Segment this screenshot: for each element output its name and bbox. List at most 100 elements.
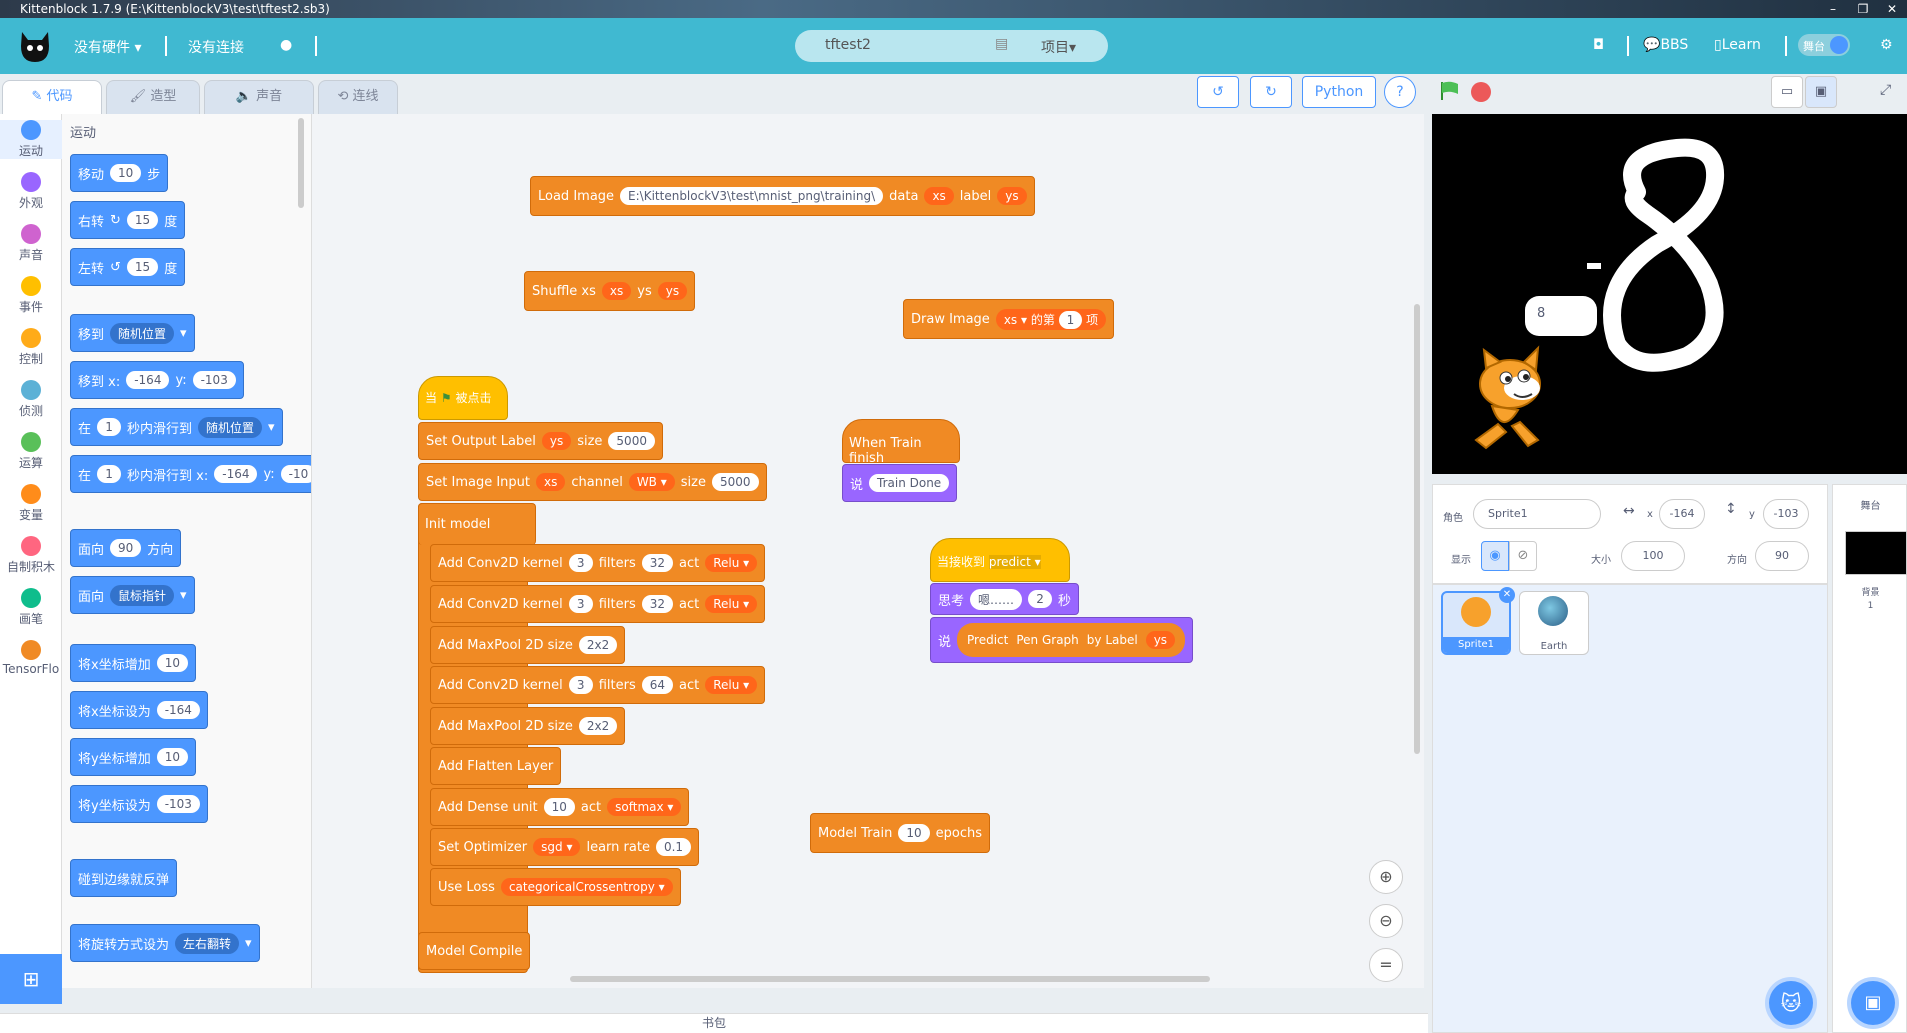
sprite-cat[interactable] (1462, 344, 1552, 454)
stage-canvas[interactable]: 8 (1432, 114, 1907, 474)
sprite-label-earth: Earth (1540, 641, 1568, 652)
set-image-input-block[interactable]: Set Image Input xs channel WB ▾ size 5000 (418, 463, 767, 501)
palette-glide-block[interactable]: 在 1 秒内滑行到 随机位置 ▾ (70, 408, 283, 446)
conv2d-block-3[interactable]: Add Conv2D kernel 3 filters 64 act Relu ▾ (430, 666, 766, 704)
maxpool-block-1[interactable]: Add MaxPool 2D size 2x2 (430, 626, 626, 664)
tab-costumes[interactable]: 🖌 造型 (106, 80, 200, 114)
hide-sprite-button[interactable]: ⊘ (1509, 541, 1537, 571)
x-input[interactable]: -164 (1659, 499, 1705, 529)
load-image-block[interactable]: Load Image E:\KittenblockV3\test\mnist_pn… (530, 176, 1035, 216)
zoom-out-button[interactable]: ⊖ (1369, 904, 1403, 938)
category-looks[interactable]: 外观 (0, 172, 62, 211)
python-button[interactable]: Python (1302, 76, 1376, 108)
tab-wires[interactable]: ⟲ 连线 (318, 80, 398, 114)
zoom-in-button[interactable]: ⊕ (1369, 860, 1403, 894)
dense-block[interactable]: Add Dense unit 10 act softmax ▾ (430, 788, 690, 826)
conv2d-block-2[interactable]: Add Conv2D kernel 3 filters 32 act Relu ▾ (430, 585, 766, 623)
fullscreen-icon[interactable]: ⤢ (1880, 82, 1891, 98)
model-train-block[interactable]: Model Train 10 epochs (810, 813, 991, 853)
category-variables[interactable]: 变量 (0, 484, 62, 523)
tab-sounds[interactable]: 🔈 声音 (204, 80, 314, 114)
small-stage-button[interactable]: ▭ (1771, 76, 1803, 108)
category-sound[interactable]: 声音 (0, 224, 62, 263)
connection-menu[interactable]: 没有连接 (188, 37, 244, 57)
category-sensing[interactable]: 侦测 (0, 380, 62, 419)
learn-link[interactable]: ▯Learn (1714, 37, 1761, 53)
sprite-tile-sprite1[interactable]: ✕ Sprite1 (1441, 587, 1515, 655)
sprite-name-input[interactable]: Sprite1 (1473, 499, 1601, 529)
stage-target-panel[interactable]: 舞台 背景 1 ▣ (1832, 484, 1907, 1033)
palette-set-y-block[interactable]: 将y坐标设为 -103 (70, 785, 208, 823)
palette-glide-xy-block[interactable]: 在 1 秒内滑行到 x: -164 y: -10 (70, 455, 311, 493)
sprite-tile-earth[interactable]: Earth (1519, 591, 1589, 655)
when-receive-hat[interactable]: 当接收到 predict ▾ (930, 538, 1070, 582)
palette-change-x-block[interactable]: 将x坐标增加 10 (70, 644, 196, 682)
say-predict-block[interactable]: 说 Predict Pen Graph by Label ys (930, 617, 1194, 663)
redo-button[interactable]: ↻ (1250, 76, 1292, 108)
restore-icon[interactable]: ❐ (1848, 0, 1878, 18)
use-loss-block[interactable]: Use Loss categoricalCrossentropy ▾ (430, 868, 681, 906)
undo-button[interactable]: ↺ (1197, 76, 1239, 108)
backpack-bar[interactable]: 书包 (0, 1013, 1428, 1033)
set-output-label-block[interactable]: Set Output Label ys size 5000 (418, 422, 663, 460)
think-block[interactable]: 思考 嗯…… 2 秒 (930, 583, 1080, 615)
zoom-reset-button[interactable]: = (1369, 948, 1403, 982)
shuffle-block[interactable]: Shuffle xs xs ys ys (524, 271, 696, 311)
help-button[interactable]: ? (1384, 76, 1416, 108)
project-name-input[interactable]: tftest2 (825, 37, 871, 53)
project-menu[interactable]: 项目▾ (1041, 37, 1076, 57)
settings-gear-icon[interactable]: ⚙ (1880, 37, 1893, 53)
palette-goto-xy-block[interactable]: 移到 x: -164 y: -103 (70, 361, 244, 399)
workspace-vertical-scrollbar[interactable] (1414, 304, 1420, 754)
model-compile-block[interactable]: Model Compile (418, 932, 531, 970)
palette-bounce-block[interactable]: 碰到边缘就反弹 (70, 859, 178, 897)
show-sprite-button[interactable]: ◉ (1481, 541, 1509, 571)
palette-turn-left-block[interactable]: 左转 ↺ 15 度 (70, 248, 186, 286)
palette-point-direction-block[interactable]: 面向 90 方向 (70, 529, 182, 567)
draw-image-block[interactable]: Draw Image xs ▾ 的第 1 项 (903, 299, 1115, 339)
code-workspace[interactable]: Load Image E:\KittenblockV3\test\mnist_pn… (312, 114, 1424, 988)
palette-set-x-block[interactable]: 将x坐标设为 -164 (70, 691, 208, 729)
when-train-finish-hat[interactable]: When Train finish (842, 419, 960, 466)
palette-move-block[interactable]: 移动 10 步 (70, 154, 169, 192)
palette-rotation-style-block[interactable]: 将旋转方式设为 左右翻转 ▾ (70, 924, 260, 962)
direction-input[interactable]: 90 (1755, 541, 1809, 571)
flatten-block[interactable]: Add Flatten Layer (430, 747, 562, 785)
category-motion[interactable]: 运动 (0, 120, 62, 159)
delete-sprite-icon[interactable]: ✕ (1499, 587, 1515, 603)
hardware-menu[interactable]: 没有硬件 ▾ (74, 37, 141, 57)
extension-button[interactable]: ⊞ (0, 954, 62, 1004)
tab-code[interactable]: ✎ 代码 (2, 80, 102, 114)
category-operators[interactable]: 运算 (0, 432, 62, 471)
palette-goto-block[interactable]: 移到 随机位置 ▾ (70, 314, 195, 352)
palette-turn-right-block[interactable]: 右转 ↻ 15 度 (70, 201, 186, 239)
add-sprite-button[interactable]: 🐱 (1769, 981, 1813, 1025)
category-pen[interactable]: 画笔 (0, 588, 62, 627)
size-input[interactable]: 100 (1621, 541, 1685, 571)
bbs-link[interactable]: 💬BBS (1643, 37, 1688, 53)
kitten-logo-icon[interactable] (18, 26, 52, 64)
y-input[interactable]: -103 (1763, 499, 1809, 529)
palette-change-y-block[interactable]: 将y坐标增加 10 (70, 738, 196, 776)
save-icon[interactable]: ▤ (995, 36, 1008, 52)
conv2d-block-1[interactable]: Add Conv2D kernel 3 filters 32 act Relu ▾ (430, 544, 766, 582)
palette-scrollbar[interactable] (298, 118, 304, 208)
large-stage-button[interactable]: ▣ (1805, 76, 1837, 108)
camera-icon[interactable]: ◘ (1593, 37, 1604, 53)
palette-point-towards-block[interactable]: 面向 鼠标指针 ▾ (70, 576, 195, 614)
stage-thumbnail[interactable] (1845, 531, 1907, 575)
minimize-icon[interactable]: – (1818, 0, 1848, 18)
close-icon[interactable]: ✕ (1877, 0, 1907, 18)
hat-flag-block[interactable]: 当 ⚑ 被点击 (418, 376, 508, 420)
set-optimizer-block[interactable]: Set Optimizer sgd ▾ learn rate 0.1 (430, 828, 700, 866)
say-train-done-block[interactable]: 说 Train Done (842, 464, 958, 502)
category-control[interactable]: 控制 (0, 328, 62, 367)
maxpool-block-2[interactable]: Add MaxPool 2D size 2x2 (430, 707, 626, 745)
globe-icon[interactable]: ● (280, 37, 292, 53)
category-tensorflow[interactable]: TensorFlo (0, 640, 62, 676)
category-my-blocks[interactable]: 自制积木 (0, 536, 62, 575)
stage-mode-toggle[interactable]: 舞台 (1798, 34, 1850, 56)
workspace-horizontal-scrollbar[interactable] (570, 976, 1210, 982)
add-backdrop-button[interactable]: ▣ (1851, 981, 1895, 1025)
category-events[interactable]: 事件 (0, 276, 62, 315)
